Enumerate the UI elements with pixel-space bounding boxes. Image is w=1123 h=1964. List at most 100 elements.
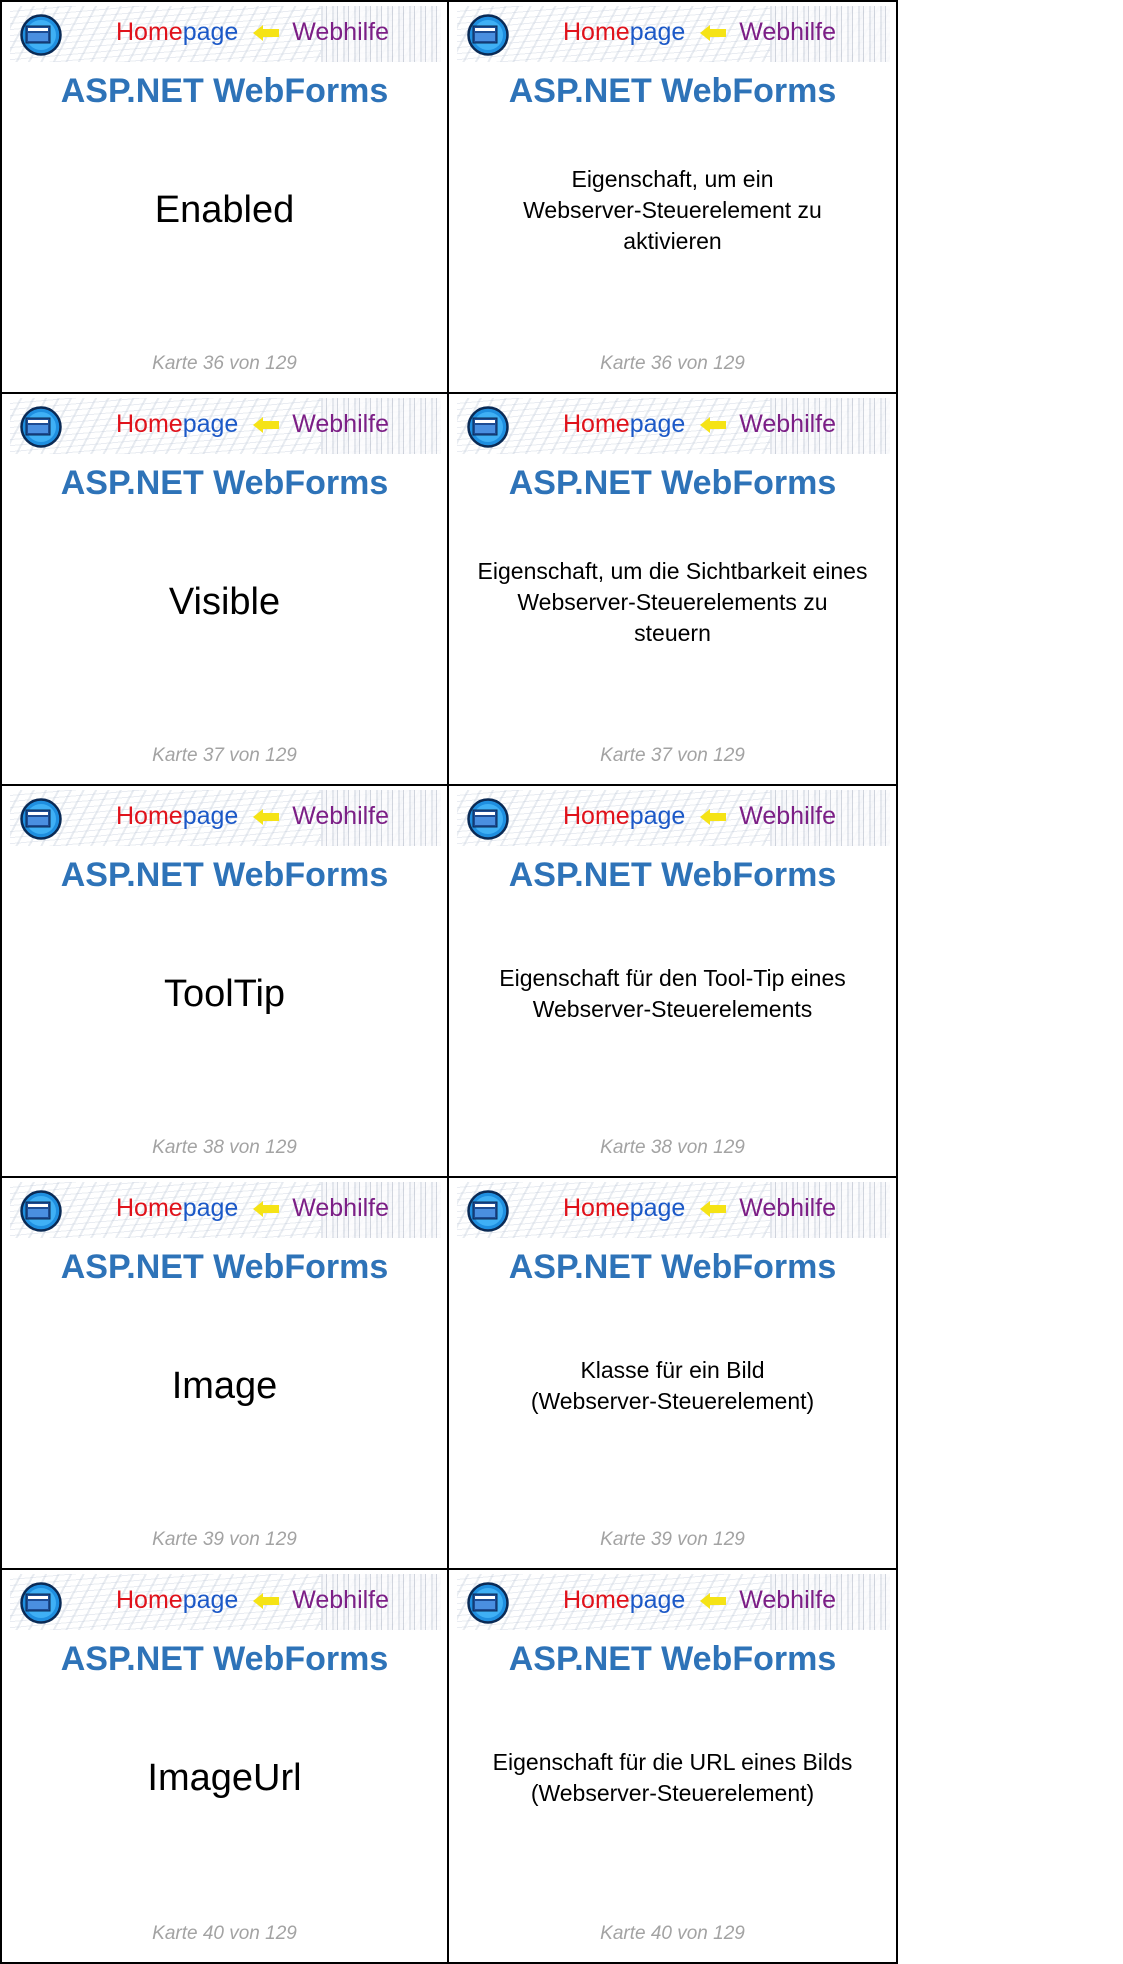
- banner-page: page: [182, 18, 239, 46]
- card-footer: Karte 37 von 129: [600, 745, 745, 766]
- arrow-left-icon: [700, 1201, 727, 1218]
- monitor-logo-icon: [467, 14, 509, 56]
- arrow-left-icon: [253, 417, 280, 434]
- card-term: Image: [171, 1364, 278, 1407]
- banner-title: Homepage Webhilfe: [116, 799, 389, 833]
- banner-home: Home: [563, 1194, 630, 1222]
- definition-line: (Webserver-Steuerelement): [530, 1780, 815, 1806]
- flashcard-front: Homepage Webhilfe ASP.NET WebForms Image…: [2, 1570, 449, 1962]
- card-heading: ASP.NET WebForms: [508, 856, 837, 894]
- banner-page: page: [629, 410, 686, 438]
- card-footer: Karte 39 von 129: [152, 1529, 297, 1550]
- flashcard-back: Homepage Webhilfe ASP.NET WebForms Eigen…: [449, 2, 896, 394]
- banner-webhilfe: Webhilfe: [739, 1586, 837, 1614]
- banner-page: page: [629, 18, 686, 46]
- monitor-logo-icon: [467, 406, 509, 448]
- card-definition: Eigenschaft, um ein Webserver-Steuerelem…: [455, 154, 890, 266]
- arrow-left-icon: [700, 809, 727, 826]
- card-heading: ASP.NET WebForms: [60, 72, 389, 110]
- card-heading: ASP.NET WebForms: [508, 1640, 837, 1678]
- banner-page: page: [182, 802, 239, 830]
- card-footer: Karte 36 von 129: [600, 353, 745, 374]
- banner-webhilfe: Webhilfe: [739, 410, 837, 438]
- flashcard-back: Homepage Webhilfe ASP.NET WebForms Eigen…: [449, 786, 896, 1178]
- banner-home: Home: [563, 1586, 630, 1614]
- definition-line: aktivieren: [623, 227, 722, 254]
- definition-line: Eigenschaft für den Tool-Tip eines: [499, 965, 846, 991]
- arrow-left-icon: [700, 1593, 727, 1610]
- monitor-logo-icon: [20, 1582, 62, 1624]
- card-heading: ASP.NET WebForms: [508, 72, 837, 110]
- site-banner: Homepage Webhilfe: [10, 398, 441, 454]
- card-heading: ASP.NET WebForms: [60, 1248, 389, 1286]
- banner-title: Homepage Webhilfe: [116, 1191, 389, 1225]
- definition-line: Webserver-Steuerelements zu: [517, 588, 828, 615]
- monitor-logo-icon: [467, 1190, 509, 1232]
- card-footer: Karte 40 von 129: [600, 1923, 745, 1944]
- banner-webhilfe: Webhilfe: [292, 1194, 390, 1222]
- banner-title: Homepage Webhilfe: [116, 15, 389, 49]
- card-term: ToolTip: [163, 972, 286, 1015]
- site-banner: Homepage Webhilfe: [457, 6, 890, 62]
- banner-webhilfe: Webhilfe: [292, 18, 390, 46]
- card-footer: Karte 36 von 129: [152, 353, 297, 374]
- flashcard-front: Homepage Webhilfe ASP.NET WebForms ToolT…: [2, 786, 449, 1178]
- card-footer: Karte 38 von 129: [152, 1137, 297, 1158]
- banner-page: page: [629, 802, 686, 830]
- card-heading: ASP.NET WebForms: [60, 464, 389, 502]
- definition-line: Webserver-Steuerelements: [532, 996, 813, 1022]
- banner-title: Homepage Webhilfe: [116, 1583, 389, 1617]
- monitor-logo-icon: [467, 798, 509, 840]
- flashcard-front: Homepage Webhilfe ASP.NET WebForms Enabl…: [2, 2, 449, 394]
- card-term: Visible: [168, 580, 281, 623]
- banner-webhilfe: Webhilfe: [739, 802, 837, 830]
- flashcard-back: Homepage Webhilfe ASP.NET WebForms Eigen…: [449, 394, 896, 786]
- card-definition: Eigenschaft, um die Sichtbarkeit eines W…: [455, 546, 890, 658]
- banner-home: Home: [563, 802, 630, 830]
- monitor-logo-icon: [467, 1582, 509, 1624]
- banner-webhilfe: Webhilfe: [292, 802, 390, 830]
- site-banner: Homepage Webhilfe: [457, 1574, 890, 1630]
- banner-home: Home: [116, 1586, 183, 1614]
- arrow-left-icon: [253, 1201, 280, 1218]
- card-term: ImageUrl: [147, 1756, 302, 1799]
- banner-page: page: [629, 1586, 686, 1614]
- banner-page: page: [182, 1194, 239, 1222]
- arrow-left-icon: [700, 25, 727, 42]
- card-definition: Eigenschaft für die URL eines Bilds (Web…: [455, 1722, 890, 1834]
- banner-webhilfe: Webhilfe: [292, 410, 390, 438]
- site-banner: Homepage Webhilfe: [10, 6, 441, 62]
- flashcard-back: Homepage Webhilfe ASP.NET WebForms Eigen…: [449, 1570, 896, 1962]
- banner-title: Homepage Webhilfe: [116, 407, 389, 441]
- banner-home: Home: [116, 802, 183, 830]
- card-footer: Karte 40 von 129: [152, 1923, 297, 1944]
- monitor-logo-icon: [20, 1190, 62, 1232]
- card-footer: Karte 37 von 129: [152, 745, 297, 766]
- definition-line: Eigenschaft für die URL eines Bilds: [492, 1749, 853, 1775]
- monitor-logo-icon: [20, 14, 62, 56]
- banner-home: Home: [563, 410, 630, 438]
- banner-home: Home: [116, 18, 183, 46]
- banner-home: Home: [563, 18, 630, 46]
- banner-page: page: [629, 1194, 686, 1222]
- banner-page: page: [182, 410, 239, 438]
- site-banner: Homepage Webhilfe: [457, 1182, 890, 1238]
- flashcard-sheet: Homepage Webhilfe ASP.NET WebForms Enabl…: [0, 0, 898, 1964]
- banner-home: Home: [116, 410, 183, 438]
- site-banner: Homepage Webhilfe: [457, 790, 890, 846]
- site-banner: Homepage Webhilfe: [10, 1574, 441, 1630]
- definition-line: Eigenschaft, um die Sichtbarkeit eines: [477, 557, 868, 584]
- arrow-left-icon: [253, 25, 280, 42]
- card-definition: Klasse für ein Bild (Webserver-Steuerele…: [455, 1330, 890, 1442]
- site-banner: Homepage Webhilfe: [457, 398, 890, 454]
- card-heading: ASP.NET WebForms: [508, 464, 837, 502]
- definition-line: (Webserver-Steuerelement): [530, 1388, 815, 1414]
- definition-line: Klasse für ein Bild: [580, 1357, 765, 1383]
- banner-title: Homepage Webhilfe: [563, 15, 836, 49]
- definition-line: steuern: [634, 619, 711, 646]
- card-definition: Eigenschaft für den Tool-Tip eines Webse…: [455, 938, 890, 1050]
- arrow-left-icon: [253, 809, 280, 826]
- arrow-left-icon: [253, 1593, 280, 1610]
- banner-title: Homepage Webhilfe: [563, 1583, 836, 1617]
- banner-webhilfe: Webhilfe: [739, 1194, 837, 1222]
